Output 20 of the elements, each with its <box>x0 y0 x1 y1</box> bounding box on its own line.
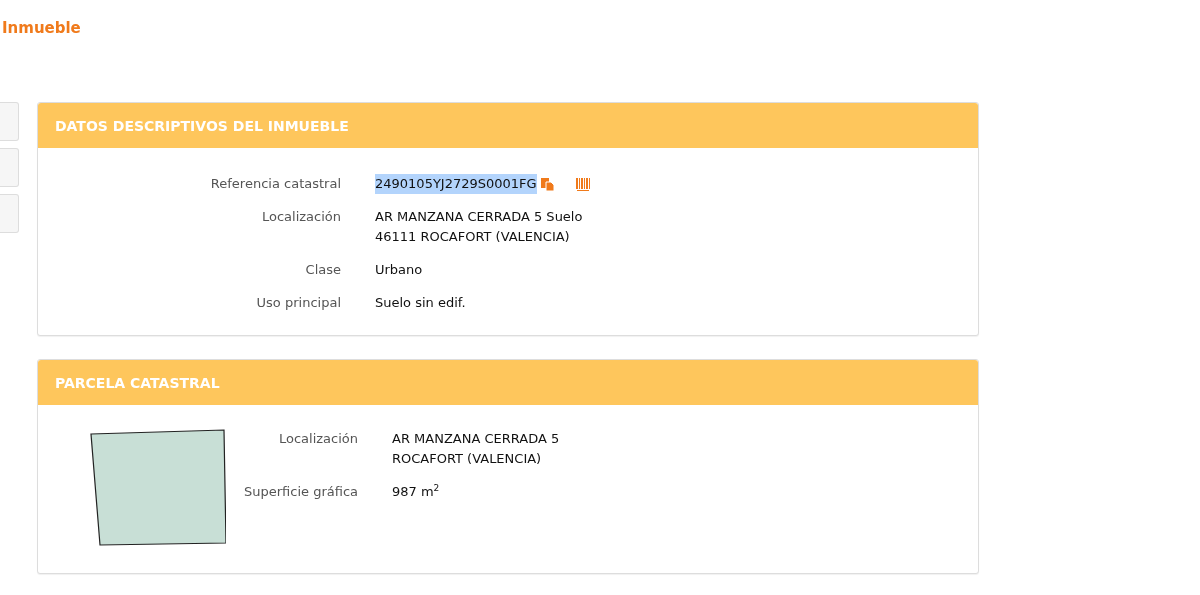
field-value: 2490105YJ2729S0001FG <box>375 174 537 194</box>
side-tab[interactable] <box>0 102 19 141</box>
field-value: AR MANZANA CERRADA 5 Suelo 46111 ROCAFORT (VALENCIA) <box>375 208 583 246</box>
field-value: Suelo sin edif. <box>375 294 466 312</box>
field-value: 987 m$^{2}$ <box>392 482 440 501</box>
side-tab[interactable] <box>0 194 19 233</box>
copy-icon[interactable] <box>540 177 554 191</box>
panel-title: PARCELA CATASTRAL <box>55 374 220 391</box>
barcode-icon[interactable] <box>575 177 590 191</box>
field-label: Referencia catastral <box>209 175 341 193</box>
field-label: Uso principal <box>255 294 341 312</box>
side-tab[interactable] <box>0 148 19 187</box>
field-label: Clase <box>304 261 341 279</box>
field-label: Localización <box>260 208 341 226</box>
panel-title: DATOS DESCRIPTIVOS DEL INMUEBLE <box>55 117 349 134</box>
field-value: Urbano <box>375 261 423 279</box>
field-value: AR MANZANA CERRADA 5 ROCAFORT (VALENCIA) <box>392 430 560 468</box>
page-title: Inmueble <box>2 19 81 37</box>
field-label: Localización <box>277 430 358 448</box>
field-label: Superficie gráfica <box>242 483 358 501</box>
